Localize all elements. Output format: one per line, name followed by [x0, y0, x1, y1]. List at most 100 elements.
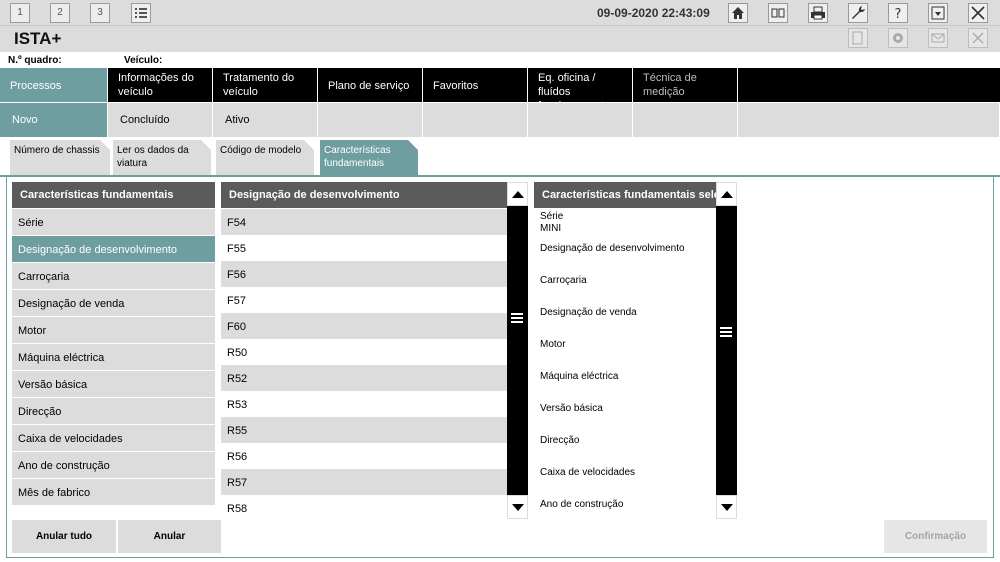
arrow-up-icon: [512, 191, 524, 198]
category-item[interactable]: Motor: [12, 317, 215, 344]
document-icon: [848, 28, 868, 48]
category-item[interactable]: Direcção: [12, 398, 215, 425]
svg-text:?: ?: [895, 7, 902, 22]
list-icon[interactable]: [131, 3, 151, 23]
scroll-up-button[interactable]: [507, 182, 528, 206]
top-toolbar: 1 2 3 09-09-2020 22:43:09 ?: [0, 0, 1000, 26]
close-secondary-icon: [968, 28, 988, 48]
selected-feature-name: Série: [540, 211, 564, 222]
category-item[interactable]: Versão básica: [12, 371, 215, 398]
subtab-empty-3: [528, 103, 633, 137]
step-tabs: Número de chassis Ler os dados da viatur…: [0, 140, 1000, 176]
category-item[interactable]: Carroçaria: [12, 263, 215, 290]
categories-list: Série Designação de desenvolvimento Carroç…: [12, 209, 215, 506]
scroll-down-button-right[interactable]: [716, 495, 737, 519]
cancel-all-button[interactable]: Anular tudo: [12, 520, 116, 553]
print-icon[interactable]: [808, 3, 828, 23]
vin-label: N.º quadro:: [8, 55, 62, 66]
dev-list-item[interactable]: R57: [221, 469, 507, 495]
selected-feature-group: Designação de venda: [534, 304, 716, 336]
tab-informacoes-veiculo[interactable]: Informações do veículo: [108, 68, 213, 102]
window-1-button[interactable]: 1: [10, 3, 30, 23]
split-screen-icon[interactable]: [768, 3, 788, 23]
dev-designation-list: F54 F55 F56 F57 F60 R50 R52 R53 R55 R56 R57 R58: [221, 209, 507, 520]
selected-feature-name: Carroçaria: [540, 275, 587, 286]
selected-feature-name: Máquina eléctrica: [540, 371, 619, 382]
selected-feature-name: Ano de construção: [540, 499, 624, 510]
selected-feature-group: Designação de desenvolvimento: [534, 240, 716, 272]
scroll-grip-icon[interactable]: [511, 313, 523, 323]
selected-feature-group: Série MINI: [534, 208, 716, 240]
scroll-up-button-right[interactable]: [716, 182, 737, 206]
tab-plano-servico[interactable]: Plano de serviço: [318, 68, 423, 102]
dev-list-item[interactable]: R52: [221, 365, 507, 391]
category-item[interactable]: Ano de construção: [12, 452, 215, 479]
tab-favoritos[interactable]: Favoritos: [423, 68, 528, 102]
dev-list-item[interactable]: F56: [221, 261, 507, 287]
selected-feature-group: Direcção: [534, 432, 716, 464]
category-item[interactable]: Série: [12, 209, 215, 236]
selected-feature-group: Ano de construção: [534, 496, 716, 519]
subtab-novo[interactable]: Novo: [0, 103, 108, 137]
wrench-icon[interactable]: [848, 3, 868, 23]
dev-list-item[interactable]: R58: [221, 495, 507, 520]
cancel-button[interactable]: Anular: [118, 520, 221, 553]
step-numero-chassis[interactable]: Número de chassis: [10, 140, 110, 176]
help-icon[interactable]: ?: [888, 3, 908, 23]
ista-app-window: 1 2 3 09-09-2020 22:43:09 ? ISTA+ N.º qu…: [0, 0, 1000, 562]
dev-list-item[interactable]: R55: [221, 417, 507, 443]
dev-list-item[interactable]: R53: [221, 391, 507, 417]
window-2-button[interactable]: 2: [50, 3, 70, 23]
dev-list-item[interactable]: F60: [221, 313, 507, 339]
confirm-button[interactable]: Confirmação: [884, 520, 987, 553]
category-item[interactable]: Mês de fabrico: [12, 479, 215, 506]
scroll-grip-icon[interactable]: [720, 327, 732, 337]
category-item[interactable]: Máquina eléctrica: [12, 344, 215, 371]
tab-eq-oficina[interactable]: Eq. oficina / fluídos funcionamento: [528, 68, 633, 112]
selected-feature-group: Máquina eléctrica: [534, 368, 716, 400]
category-item[interactable]: Caixa de velocidades: [12, 425, 215, 452]
category-item[interactable]: Designação de venda: [12, 290, 215, 317]
subtab-concluido[interactable]: Concluído: [108, 103, 213, 137]
subtab-empty-2: [423, 103, 528, 137]
title-bar: ISTA+: [0, 26, 1000, 52]
close-icon[interactable]: [968, 3, 988, 23]
subtab-ativo[interactable]: Ativo: [213, 103, 318, 137]
vehicle-info-bar: N.º quadro: Veículo:: [0, 52, 1000, 68]
dev-list-item[interactable]: F55: [221, 235, 507, 261]
dev-list-item[interactable]: F57: [221, 287, 507, 313]
categories-header: Características fundamentais: [12, 182, 215, 208]
sub-navigation: Novo Concluído Ativo: [0, 102, 1000, 138]
selected-features-scrollbar[interactable]: [716, 182, 737, 519]
dev-list-item[interactable]: R50: [221, 339, 507, 365]
arrow-up-icon: [721, 191, 733, 198]
selected-feature-name: Motor: [540, 339, 566, 350]
step-codigo-modelo[interactable]: Código de modelo: [216, 140, 314, 176]
step-caracteristicas[interactable]: Características fundamentais: [320, 140, 418, 176]
scroll-down-button[interactable]: [507, 495, 528, 519]
mail-icon: [928, 28, 948, 48]
download-icon[interactable]: [928, 3, 948, 23]
arrow-down-icon: [721, 504, 733, 511]
dev-list-scrollbar[interactable]: [507, 182, 528, 519]
subtab-empty-4: [633, 103, 738, 137]
tab-processos[interactable]: Processos: [0, 68, 108, 102]
gear-icon: [888, 28, 908, 48]
dev-list-item[interactable]: R56: [221, 443, 507, 469]
category-item[interactable]: Designação de desenvolvimento: [12, 236, 215, 263]
selected-features-list: Série MINI Designação de desenvolvimento Ca…: [534, 208, 716, 519]
selected-feature-name: Designação de venda: [540, 307, 637, 318]
arrow-down-icon: [512, 504, 524, 511]
selected-feature-name: Direcção: [540, 435, 580, 446]
app-title: ISTA+: [14, 29, 62, 48]
tab-tratamento-veiculo[interactable]: Tratamento do veículo: [213, 68, 318, 102]
step-ler-dados-viatura[interactable]: Ler os dados da viatura: [113, 140, 211, 176]
selected-feature-group: Carroçaria: [534, 272, 716, 304]
selected-feature-group: Motor: [534, 336, 716, 368]
window-3-button[interactable]: 3: [90, 3, 110, 23]
dev-list-item[interactable]: F54: [221, 209, 507, 235]
main-navigation: Processos Informações do veículo Tratame…: [0, 68, 1000, 112]
subtab-empty-1: [318, 103, 423, 137]
home-icon[interactable]: [728, 3, 748, 23]
tab-tecnica-medicao[interactable]: Técnica de medição: [633, 68, 738, 102]
